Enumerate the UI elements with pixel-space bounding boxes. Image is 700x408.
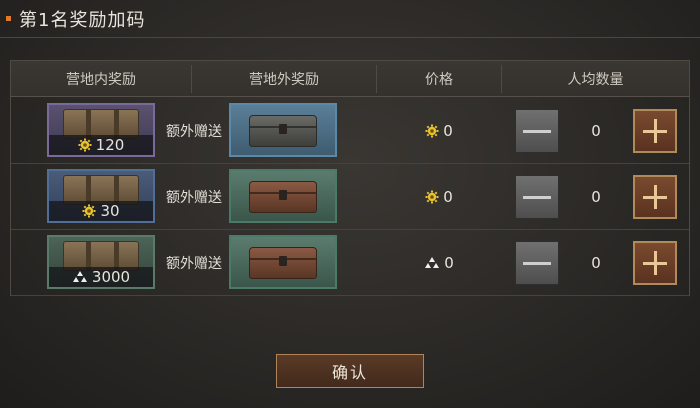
ore-pile-icon xyxy=(72,271,88,283)
title-marker xyxy=(6,16,11,21)
price-cell: 0 xyxy=(377,230,501,296)
wooden-chest-icon xyxy=(249,181,317,213)
gear-coin-icon xyxy=(425,190,439,204)
table-header: 营地内奖励 营地外奖励 价格 人均数量 xyxy=(11,61,689,97)
price-cell: 0 xyxy=(377,164,501,230)
increase-button[interactable] xyxy=(633,175,677,219)
minus-icon xyxy=(523,261,551,265)
quantity-value: 0 xyxy=(591,254,601,272)
decrease-button[interactable] xyxy=(515,241,559,285)
quantity-value: 0 xyxy=(591,122,601,140)
gear-coin-icon xyxy=(425,124,439,138)
ore-pile-icon xyxy=(424,257,440,269)
minus-icon xyxy=(523,129,551,133)
minus-icon xyxy=(523,195,551,199)
extra-gift-label: 额外赠送 xyxy=(166,190,222,206)
plus-icon xyxy=(643,251,667,275)
outer-reward-item[interactable] xyxy=(229,235,337,289)
title-bar: 第1名奖励加码 xyxy=(0,0,700,38)
outer-reward-item[interactable] xyxy=(229,103,337,157)
wooden-chest-icon xyxy=(249,247,317,279)
inner-reward-item[interactable]: 3000 xyxy=(47,235,155,289)
header-price: 价格 xyxy=(425,72,453,88)
inner-reward-item[interactable]: 120 xyxy=(47,103,155,157)
inner-reward-amount: 30 xyxy=(49,201,153,221)
steel-chest-icon xyxy=(249,115,317,147)
price-cell: 0 xyxy=(377,98,501,164)
page-title: 第1名奖励加码 xyxy=(19,9,146,31)
decrease-button[interactable] xyxy=(515,109,559,153)
extra-gift-label: 额外赠送 xyxy=(166,124,222,140)
increase-button[interactable] xyxy=(633,241,677,285)
header-outer-reward: 营地外奖励 xyxy=(249,72,319,88)
decrease-button[interactable] xyxy=(515,175,559,219)
confirm-button[interactable]: 确认 xyxy=(276,354,424,388)
header-quantity: 人均数量 xyxy=(567,72,624,88)
inner-reward-value: 120 xyxy=(95,136,125,154)
table-row: 30 额外赠送 0 0 xyxy=(11,164,689,230)
gear-coin-icon xyxy=(78,138,92,152)
table-row: 3000 额外赠送 0 0 xyxy=(11,230,689,296)
quantity-value: 0 xyxy=(591,188,601,206)
header-inner-reward: 营地内奖励 xyxy=(66,72,136,88)
plus-icon xyxy=(643,185,667,209)
increase-button[interactable] xyxy=(633,109,677,153)
table-row: 120 额外赠送 0 0 xyxy=(11,98,689,164)
inner-reward-item[interactable]: 30 xyxy=(47,169,155,223)
outer-reward-item[interactable] xyxy=(229,169,337,223)
inner-reward-amount: 120 xyxy=(49,135,153,155)
extra-gift-label: 额外赠送 xyxy=(166,256,222,272)
inner-reward-value: 3000 xyxy=(91,268,131,286)
price-value: 0 xyxy=(443,188,453,206)
price-value: 0 xyxy=(444,254,454,272)
inner-reward-value: 30 xyxy=(100,202,120,220)
plus-icon xyxy=(643,119,667,143)
reward-table: 营地内奖励 营地外奖励 价格 人均数量 120 额外赠送 0 0 30 额外赠送… xyxy=(10,60,690,296)
inner-reward-amount: 3000 xyxy=(49,267,153,287)
price-value: 0 xyxy=(443,122,453,140)
gear-coin-icon xyxy=(82,204,96,218)
